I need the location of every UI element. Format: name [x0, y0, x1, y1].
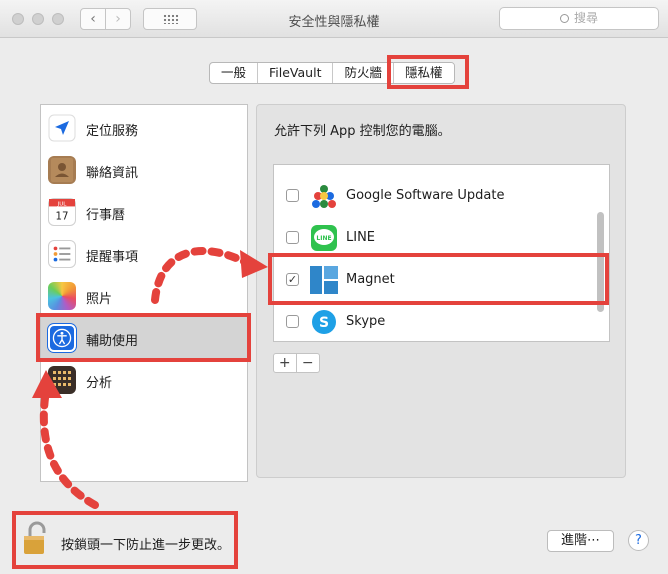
calendar-day: 17: [56, 211, 69, 222]
google-update-icon: [310, 182, 338, 210]
advanced-button[interactable]: 進階⋯: [547, 530, 614, 552]
tab-filevault[interactable]: FileVault: [258, 63, 334, 83]
app-name: Skype: [346, 314, 386, 329]
skype-logo-text: S: [319, 315, 329, 331]
calendar-month: JUL: [57, 202, 68, 208]
app-name: LINE: [346, 230, 376, 245]
calendar-icon: JUL 17: [48, 198, 76, 226]
sidebar-item-label: 分析: [86, 376, 113, 391]
line-icon: LINE: [310, 224, 338, 252]
sidebar-item-calendar[interactable]: JUL 17 行事曆: [41, 191, 247, 233]
location-arrow-icon: [48, 114, 76, 142]
privacy-category-list: 定位服務 聯絡資訊 JUL 17 行事曆 提醒事項 照片 輔助使用 分析: [40, 104, 248, 482]
add-app-button[interactable]: +: [274, 354, 297, 372]
search-placeholder: 搜尋: [573, 11, 598, 25]
tab-general[interactable]: 一般: [210, 63, 259, 83]
contacts-icon: [48, 156, 76, 184]
highlight-magnet: [268, 253, 609, 305]
line-logo-text: LINE: [316, 235, 331, 242]
remove-app-button[interactable]: −: [297, 354, 319, 372]
sidebar-item-photos[interactable]: 照片: [41, 275, 247, 317]
skype-icon: S: [310, 308, 338, 336]
search-icon: [559, 14, 569, 23]
highlight-privacy-tab: [387, 55, 469, 89]
sidebar-item-location[interactable]: 定位服務: [41, 107, 247, 149]
panel-description: 允許下列 App 控制您的電腦。: [274, 124, 451, 139]
sidebar-item-reminders[interactable]: 提醒事項: [41, 233, 247, 275]
reminders-icon: [48, 240, 76, 268]
preferences-window: ‹ › 安全性與隱私權 搜尋 一般 FileVault 防火牆 隱私權 定位服務…: [0, 0, 668, 574]
highlight-accessibility: [36, 313, 251, 362]
analytics-icon: [48, 366, 76, 394]
help-button[interactable]: ?: [628, 530, 649, 551]
list-item-skype: S Skype: [274, 301, 594, 341]
list-item-google-update: Google Software Update: [274, 175, 594, 217]
app-name: Google Software Update: [346, 188, 505, 203]
sidebar-item-analytics[interactable]: 分析: [41, 359, 247, 401]
sidebar-item-contacts[interactable]: 聯絡資訊: [41, 149, 247, 191]
sidebar-item-label: 行事曆: [86, 208, 126, 223]
app-checkbox[interactable]: [286, 189, 299, 202]
sidebar-item-label: 照片: [86, 292, 113, 307]
sidebar-item-label: 定位服務: [86, 124, 139, 139]
title-bar: ‹ › 安全性與隱私權 搜尋: [0, 0, 668, 38]
photos-icon: [48, 282, 76, 310]
sidebar-item-label: 提醒事項: [86, 250, 139, 265]
app-checkbox[interactable]: [286, 231, 299, 244]
app-checkbox[interactable]: [286, 315, 299, 328]
tab-firewall[interactable]: 防火牆: [333, 63, 394, 83]
search-field[interactable]: 搜尋: [499, 7, 659, 30]
highlight-lock: [12, 511, 238, 569]
add-remove-control: + −: [273, 353, 320, 373]
sidebar-item-label: 聯絡資訊: [86, 166, 139, 181]
